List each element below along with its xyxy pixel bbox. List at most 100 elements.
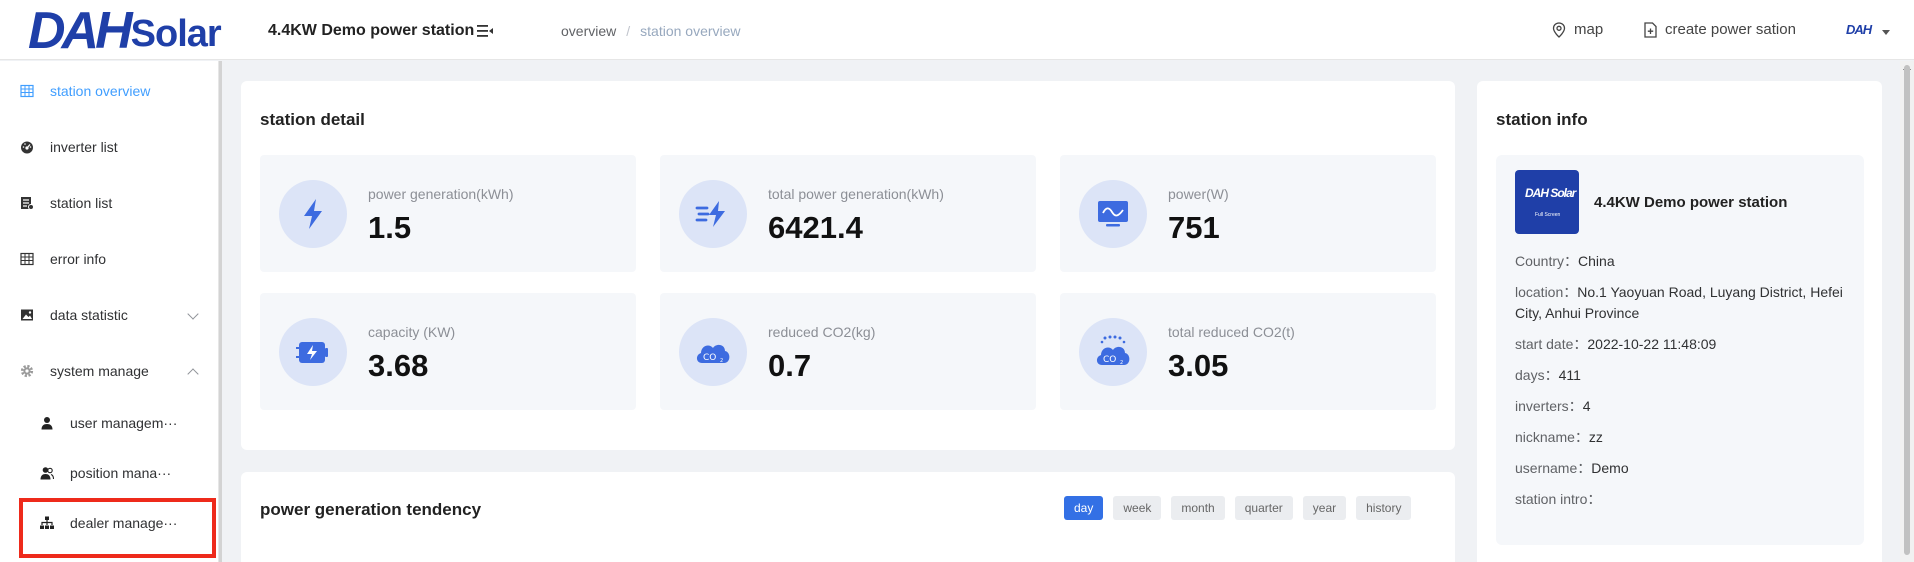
grid-icon <box>20 84 34 98</box>
dashboard-icon <box>21 141 33 154</box>
document-add-icon <box>1644 21 1657 38</box>
sidebar-item-error-info[interactable]: error info <box>0 239 219 279</box>
sidebar-item-data-statistic[interactable]: data statistic <box>0 295 219 335</box>
info-key: Country： <box>1515 253 1579 269</box>
logo-sub-text: Solar <box>130 13 222 55</box>
info-value: 2022-10-22 11:48:09 <box>1587 336 1717 352</box>
create-station-label: create power sation <box>1665 21 1796 38</box>
menu-fold-icon[interactable] <box>476 22 494 40</box>
monitor-icon <box>1079 180 1147 248</box>
top-header: DAH Solar 4.4KW Demo power station overv… <box>0 0 1914 60</box>
sidebar-item-inverter-list[interactable]: inverter list <box>0 127 219 167</box>
location-pin-icon <box>1552 21 1566 38</box>
position-users-icon <box>40 467 54 480</box>
station-info-title: station info <box>1496 110 1588 129</box>
create-station-link[interactable]: create power sation <box>1644 21 1796 38</box>
user-avatar[interactable]: DAH <box>1846 22 1872 37</box>
sidebar-item-label: user managem··· <box>70 415 178 431</box>
fast-lightning-icon <box>679 180 747 248</box>
info-key: inverters： <box>1515 398 1583 414</box>
svg-text:2: 2 <box>1120 360 1123 366</box>
period-tabs: day week month quarter year history <box>1064 496 1412 520</box>
info-key: days： <box>1515 367 1559 383</box>
breadcrumb-home[interactable]: overview <box>561 23 616 39</box>
stat-card-reduced-co2: CO 2 reduced CO2(kg) 0.7 <box>660 293 1036 410</box>
info-row-inverters: inverters：4 <box>1515 396 1855 417</box>
station-logo-text: DAH Solar <box>1525 186 1576 200</box>
sidebar-item-station-list[interactable]: station list <box>0 183 219 223</box>
chevron-up-icon[interactable] <box>187 368 199 380</box>
tab-year[interactable]: year <box>1302 496 1347 520</box>
station-detail-title: station detail <box>260 110 365 129</box>
info-key: station intro： <box>1515 491 1602 507</box>
map-link[interactable]: map <box>1552 21 1603 38</box>
stat-value: 0.7 <box>768 348 812 383</box>
stat-value: 751 <box>1168 210 1220 245</box>
stat-card-capacity: capacity (KW) 3.68 <box>260 293 636 410</box>
info-row-nickname: nickname：zz <box>1515 427 1855 448</box>
station-title: 4.4KW Demo power station <box>268 22 475 39</box>
breadcrumb-current: station overview <box>640 23 741 39</box>
sidebar-item-label: position mana··· <box>70 465 172 481</box>
info-row-username: username：Demo <box>1515 458 1855 479</box>
info-value: Demo <box>1591 460 1629 476</box>
sidebar: station overview inverter list station l… <box>0 61 219 562</box>
stat-label: capacity (KW) <box>368 324 456 340</box>
svg-text:CO: CO <box>703 353 716 363</box>
co2-total-icon: CO 2 <box>1079 318 1147 386</box>
sidebar-item-label: data statistic <box>50 307 128 323</box>
station-info-list: Country：China location：No.1 Yaoyuan Road… <box>1515 251 1855 520</box>
station-info-panel: station info DAH Solar Full Screen 4.4KW… <box>1477 81 1882 562</box>
tab-day[interactable]: day <box>1064 496 1104 520</box>
stat-label: reduced CO2(kg) <box>768 324 876 340</box>
highlight-annotation <box>19 498 216 558</box>
tab-quarter[interactable]: quarter <box>1234 496 1293 520</box>
info-value: 4 <box>1582 398 1591 414</box>
dah-solar-logo[interactable]: DAH Solar <box>28 2 222 60</box>
logo-main-text: DAH <box>28 2 133 60</box>
svg-text:CO: CO <box>1103 355 1116 365</box>
stat-card-power-generation: power generation(kWh) 1.5 <box>260 155 636 272</box>
info-value: China <box>1578 253 1615 269</box>
station-logo: DAH Solar Full Screen <box>1515 170 1579 234</box>
svg-text:2: 2 <box>720 358 723 364</box>
co2-cloud-icon: CO 2 <box>679 318 747 386</box>
sidebar-item-station-overview[interactable]: station overview <box>0 71 219 111</box>
stat-label: total reduced CO2(t) <box>1168 324 1295 340</box>
stat-value: 1.5 <box>368 210 412 245</box>
tab-week[interactable]: week <box>1113 496 1162 520</box>
scrollbar-thumb[interactable] <box>1904 65 1910 555</box>
sidebar-scrollbar[interactable] <box>219 61 222 562</box>
info-key: username： <box>1515 460 1592 476</box>
info-row-location: location：No.1 Yaoyuan Road, Luyang Distr… <box>1515 282 1855 324</box>
sidebar-item-label: inverter list <box>50 139 118 155</box>
power-tendency-title: power generation tendency <box>260 500 482 519</box>
sidebar-item-label: error info <box>50 251 107 267</box>
sidebar-item-user-management[interactable]: user managem··· <box>0 403 219 443</box>
station-info-card: DAH Solar Full Screen 4.4KW Demo power s… <box>1496 155 1864 545</box>
info-row-country: Country：China <box>1515 251 1855 272</box>
sidebar-item-label: station overview <box>50 83 151 99</box>
tab-history[interactable]: history <box>1356 496 1412 520</box>
info-row-start-date: start date：2022-10-22 11:48:09 <box>1515 334 1855 355</box>
info-value: zz <box>1588 429 1603 445</box>
chevron-down-icon[interactable] <box>187 308 199 320</box>
sidebar-item-label: station list <box>50 195 113 211</box>
stat-value: 3.68 <box>368 348 429 383</box>
main-scrollbar[interactable] <box>1900 61 1914 562</box>
power-tendency-panel: power generation tendency day week month… <box>241 472 1455 562</box>
picture-icon <box>21 309 33 321</box>
stat-label: power generation(kWh) <box>368 186 514 202</box>
stat-value: 6421.4 <box>768 210 863 245</box>
info-key: location： <box>1515 284 1578 300</box>
sidebar-item-position-management[interactable]: position mana··· <box>0 453 219 493</box>
tab-month[interactable]: month <box>1171 496 1225 520</box>
station-list-icon <box>21 197 34 210</box>
station-detail-panel: station detail power generation(kWh) 1.5… <box>241 81 1455 450</box>
sidebar-item-system-manage[interactable]: system manage <box>0 351 219 391</box>
caret-down-icon[interactable] <box>1882 30 1890 35</box>
battery-icon <box>279 318 347 386</box>
lightning-icon <box>279 180 347 248</box>
user-icon <box>41 417 53 430</box>
stat-label: total power generation(kWh) <box>768 186 944 202</box>
